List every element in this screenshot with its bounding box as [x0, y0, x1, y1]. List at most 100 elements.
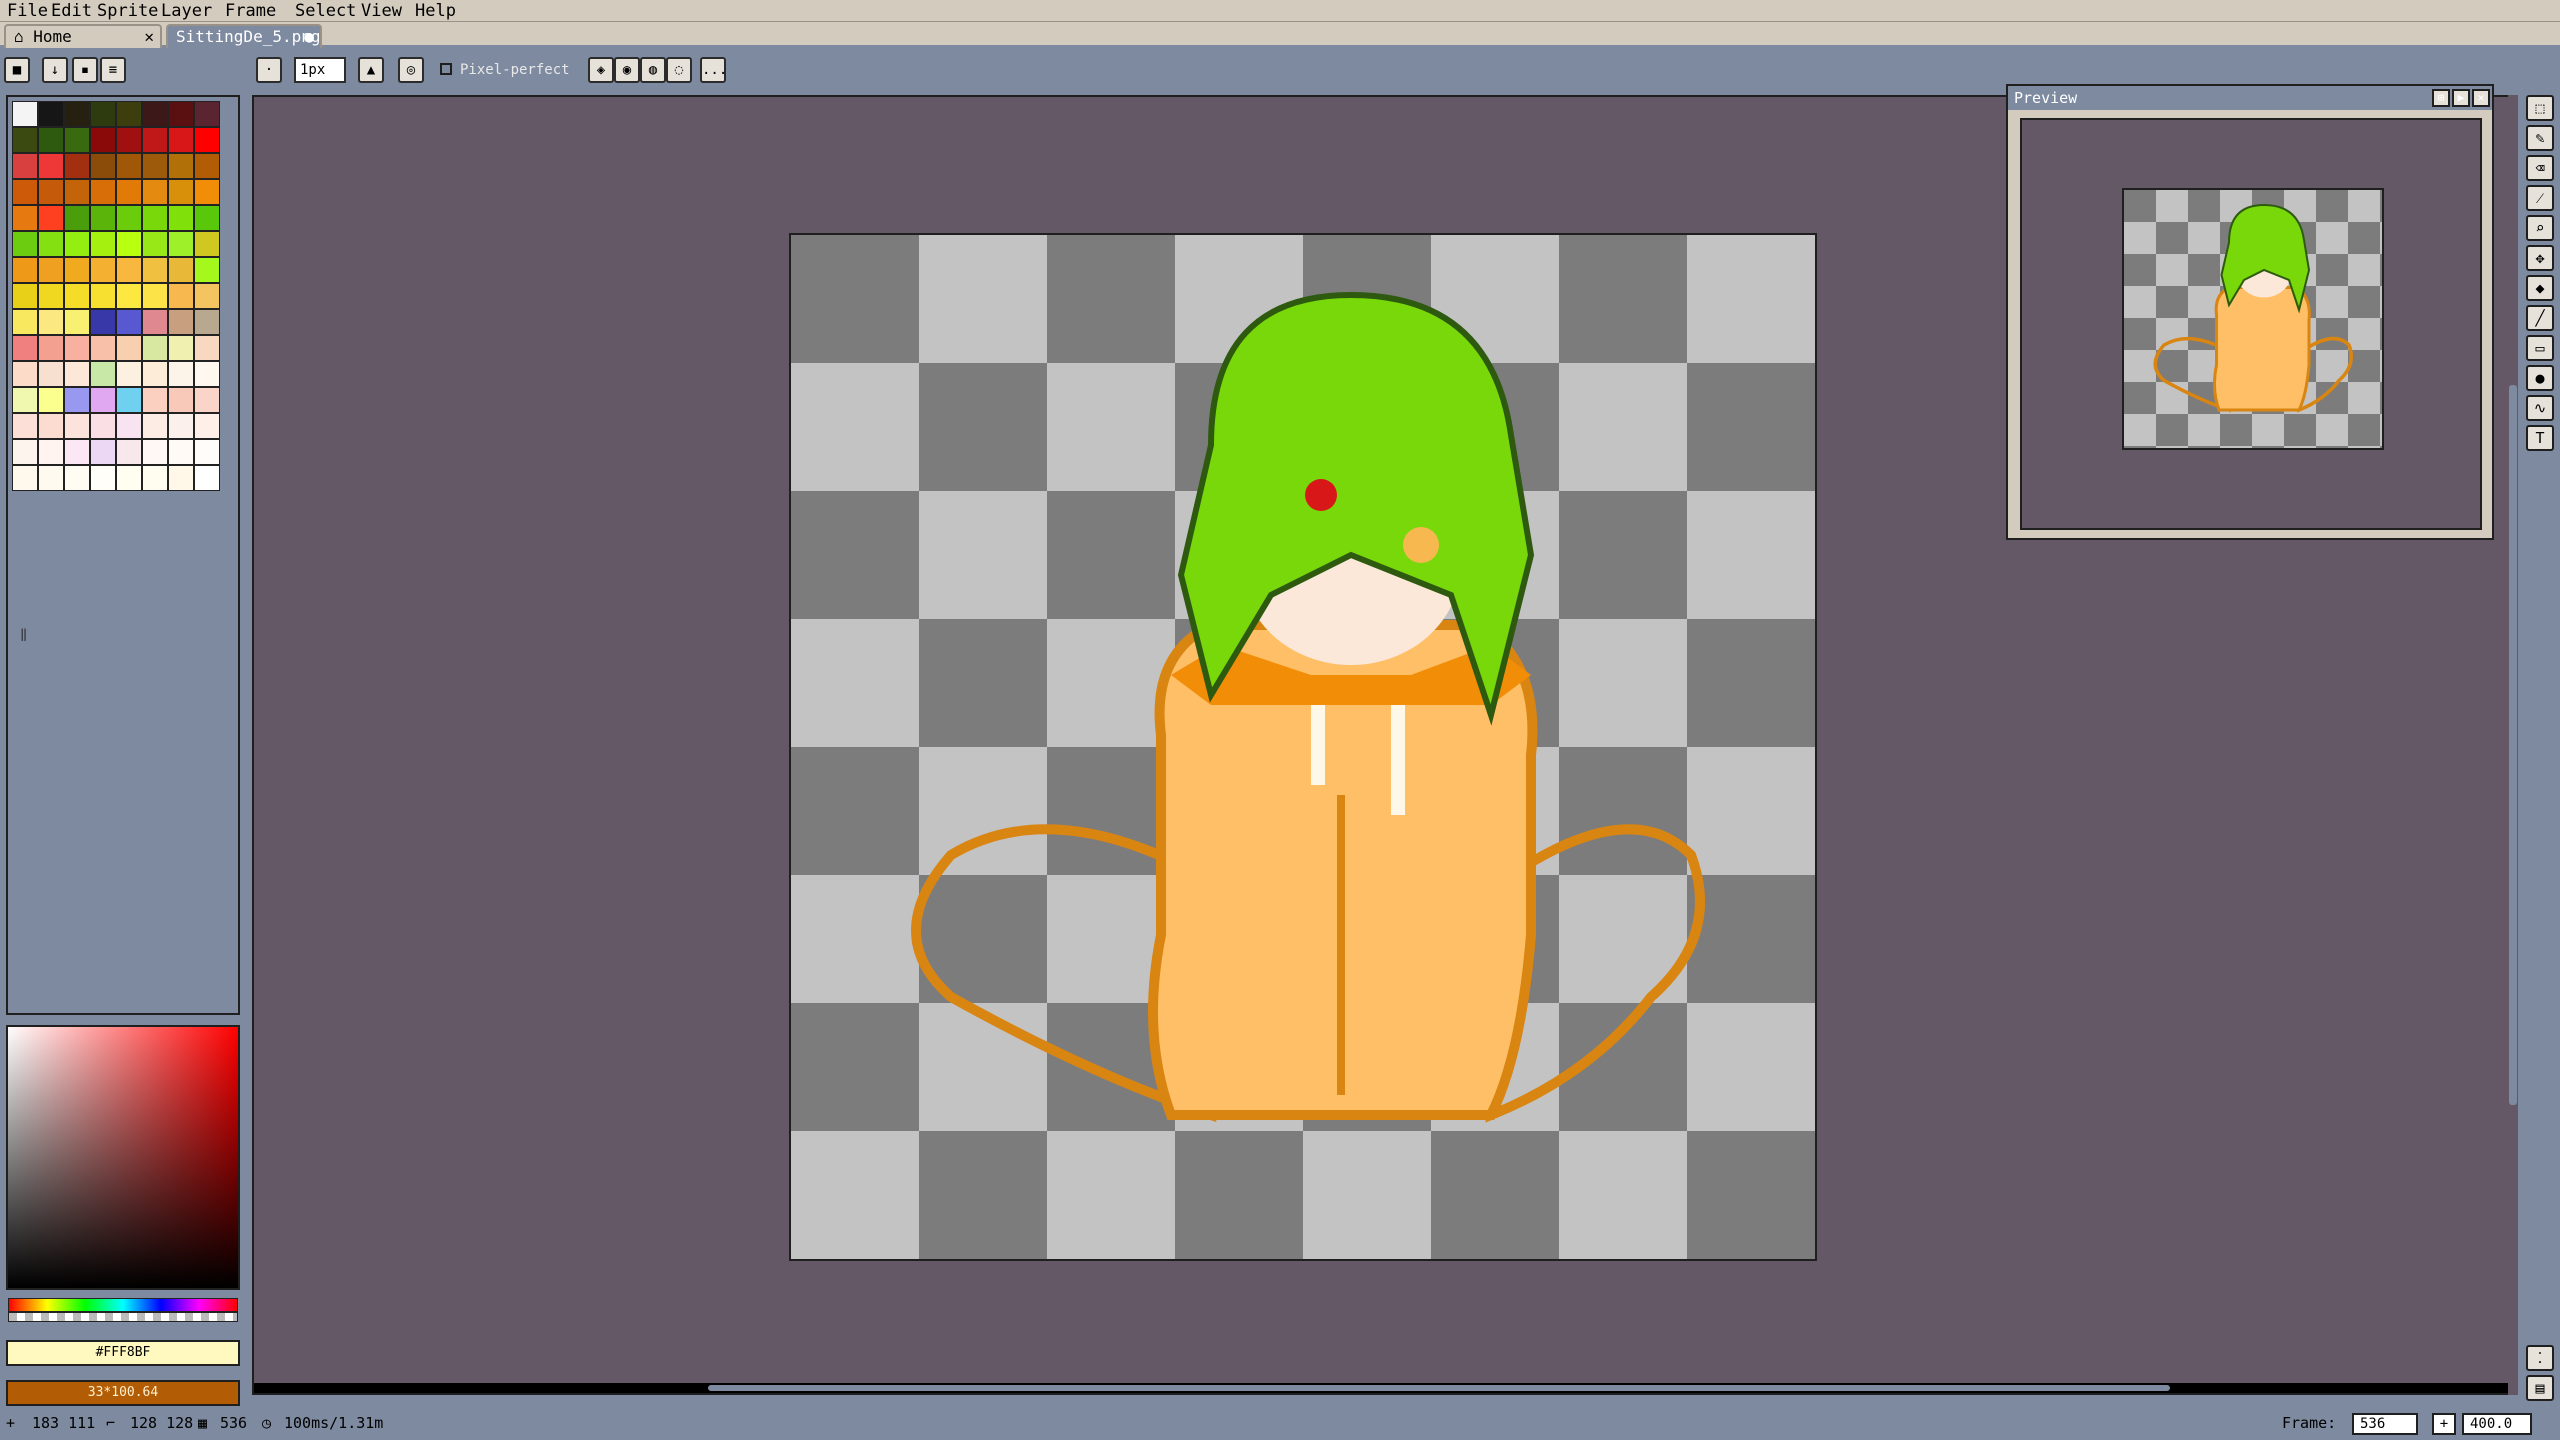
- palette-swatch[interactable]: [90, 335, 116, 361]
- palette-swatch[interactable]: [90, 309, 116, 335]
- pixel-perfect-checkbox[interactable]: [440, 63, 452, 75]
- palette-swatch[interactable]: [64, 361, 90, 387]
- palette-swatch[interactable]: [116, 439, 142, 465]
- brush-size-input[interactable]: 1px: [294, 57, 346, 83]
- line-tool-icon[interactable]: ╱: [2526, 305, 2554, 331]
- palette-swatch[interactable]: [116, 127, 142, 153]
- brush-type-button[interactable]: ·: [256, 57, 282, 83]
- palette-swatch[interactable]: [142, 257, 168, 283]
- palette-swatch[interactable]: [64, 153, 90, 179]
- palette-swatch[interactable]: [38, 127, 64, 153]
- palette-swatch[interactable]: [12, 257, 38, 283]
- palette-swatch[interactable]: [12, 205, 38, 231]
- palette-swatch[interactable]: [90, 257, 116, 283]
- hue-slider[interactable]: [8, 1298, 238, 1312]
- palette-swatch[interactable]: [64, 413, 90, 439]
- palette-swatch[interactable]: [194, 439, 220, 465]
- palette-swatch[interactable]: [38, 335, 64, 361]
- palette-swatch[interactable]: [168, 179, 194, 205]
- palette-swatch[interactable]: [64, 179, 90, 205]
- color-spectrum[interactable]: [6, 1025, 240, 1290]
- palette-swatch[interactable]: [168, 361, 194, 387]
- palette-swatch[interactable]: [90, 231, 116, 257]
- palette-swatch[interactable]: [90, 179, 116, 205]
- down-arrow-icon[interactable]: ↓: [42, 57, 68, 83]
- palette-swatch[interactable]: [168, 101, 194, 127]
- palette-swatch[interactable]: [64, 101, 90, 127]
- move-tool-icon[interactable]: ✥: [2526, 245, 2554, 271]
- palette-swatch[interactable]: [116, 335, 142, 361]
- foreground-color-button[interactable]: #FFF8BF: [6, 1340, 240, 1366]
- palette-swatch[interactable]: [142, 283, 168, 309]
- add-frame-button[interactable]: +: [2432, 1413, 2456, 1435]
- close-icon[interactable]: ✕: [144, 26, 154, 47]
- more-options-button[interactable]: ...: [700, 57, 727, 83]
- palette-swatch[interactable]: [142, 101, 168, 127]
- palette-swatch[interactable]: [64, 387, 90, 413]
- marquee-tool-icon[interactable]: ⬚: [2526, 95, 2554, 121]
- palette-swatch[interactable]: [168, 387, 194, 413]
- palette-swatch[interactable]: [12, 231, 38, 257]
- palette-swatch[interactable]: [90, 101, 116, 127]
- palette-swatch[interactable]: [38, 439, 64, 465]
- palette-swatch[interactable]: [38, 309, 64, 335]
- palette-swatch[interactable]: [194, 335, 220, 361]
- palette-swatch[interactable]: [64, 309, 90, 335]
- palette-swatch[interactable]: [168, 257, 194, 283]
- palette-swatch[interactable]: [168, 127, 194, 153]
- palette-swatch[interactable]: [168, 231, 194, 257]
- eyedropper-tool-icon[interactable]: ⁄: [2526, 185, 2554, 211]
- palette-swatch[interactable]: [168, 413, 194, 439]
- menu-edit[interactable]: Edit: [48, 0, 95, 22]
- palette-swatch[interactable]: [116, 179, 142, 205]
- palette-swatch[interactable]: [194, 179, 220, 205]
- palette-swatch[interactable]: [38, 465, 64, 491]
- preview-viewport[interactable]: [2020, 118, 2482, 530]
- palette-swatch[interactable]: [90, 205, 116, 231]
- zoom-tool-icon[interactable]: ⌕: [2526, 215, 2554, 241]
- palette-swatch[interactable]: [168, 153, 194, 179]
- palette-swatch[interactable]: [142, 205, 168, 231]
- menu-help[interactable]: Help: [412, 0, 459, 22]
- tab-home[interactable]: ⌂ Home ✕: [4, 24, 162, 48]
- palette-swatch[interactable]: [38, 101, 64, 127]
- palette-swatch[interactable]: [90, 283, 116, 309]
- palette-swatch[interactable]: [194, 101, 220, 127]
- palette-swatch[interactable]: [90, 153, 116, 179]
- vertical-scroll-thumb[interactable]: [2509, 385, 2517, 1105]
- palette-swatch[interactable]: [142, 309, 168, 335]
- palette-swatch[interactable]: [90, 413, 116, 439]
- palette-swatch[interactable]: [116, 465, 142, 491]
- list-icon[interactable]: ≡: [100, 57, 126, 83]
- palette-swatch[interactable]: [64, 465, 90, 491]
- palette-swatch[interactable]: [116, 153, 142, 179]
- blur-tool-icon[interactable]: ∿: [2526, 395, 2554, 421]
- close-icon[interactable]: ✕: [2472, 89, 2490, 107]
- menu-file[interactable]: File: [4, 0, 51, 22]
- palette-swatch[interactable]: [194, 231, 220, 257]
- palette-swatch[interactable]: [142, 413, 168, 439]
- opacity-icon[interactable]: ◎: [398, 57, 424, 83]
- palette-swatch[interactable]: [116, 283, 142, 309]
- palette-swatch[interactable]: [38, 387, 64, 413]
- symmetry-vertical-icon[interactable]: ◍: [640, 57, 666, 83]
- palette-swatch[interactable]: [38, 231, 64, 257]
- palette-swatch[interactable]: [116, 413, 142, 439]
- palette-swatch[interactable]: [116, 309, 142, 335]
- palette-swatch[interactable]: [12, 283, 38, 309]
- palette-swatch[interactable]: [116, 361, 142, 387]
- palette-swatch[interactable]: [168, 205, 194, 231]
- palette-swatch[interactable]: [64, 257, 90, 283]
- preview-title-bar[interactable]: Preview ⊞ ▶ ✕: [2008, 86, 2492, 110]
- palette-swatch[interactable]: [38, 257, 64, 283]
- palette-swatch[interactable]: [90, 439, 116, 465]
- palette-swatch[interactable]: [12, 439, 38, 465]
- rectangle-tool-icon[interactable]: ▭: [2526, 335, 2554, 361]
- palette-swatch[interactable]: [194, 283, 220, 309]
- palette-swatch[interactable]: [90, 127, 116, 153]
- palette-swatch[interactable]: [64, 335, 90, 361]
- palette-swatch[interactable]: [194, 387, 220, 413]
- contour-tool-icon[interactable]: ●: [2526, 365, 2554, 391]
- ink-icon[interactable]: ▲: [358, 57, 384, 83]
- palette-swatch[interactable]: [64, 127, 90, 153]
